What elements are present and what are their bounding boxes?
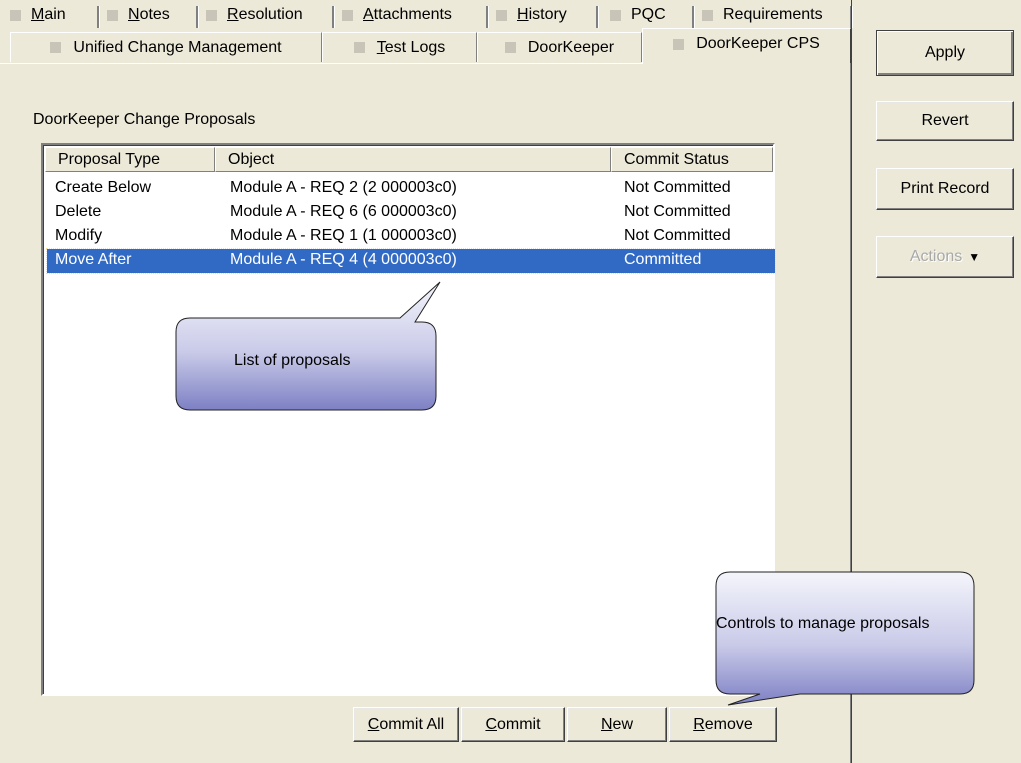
- dropdown-arrow-icon: ▼: [968, 250, 981, 264]
- controls-callout-text: Controls to manage proposals: [716, 615, 930, 632]
- list-callout-bubble: [175, 281, 441, 411]
- apply-button[interactable]: Apply: [876, 30, 1014, 76]
- controls-callout-bubble: [715, 571, 975, 706]
- actions-menu-button[interactable]: Actions ▼: [876, 236, 1014, 278]
- commit-all-button[interactable]: Commit All: [353, 707, 459, 742]
- remove-button[interactable]: Remove: [669, 707, 777, 742]
- commit-button[interactable]: Commit: [461, 707, 565, 742]
- new-button[interactable]: New: [567, 707, 667, 742]
- print-record-button[interactable]: Print Record: [876, 168, 1014, 210]
- revert-button[interactable]: Revert: [876, 101, 1014, 141]
- list-callout-text: List of proposals: [234, 352, 351, 369]
- callout-shapes: [175, 281, 975, 706]
